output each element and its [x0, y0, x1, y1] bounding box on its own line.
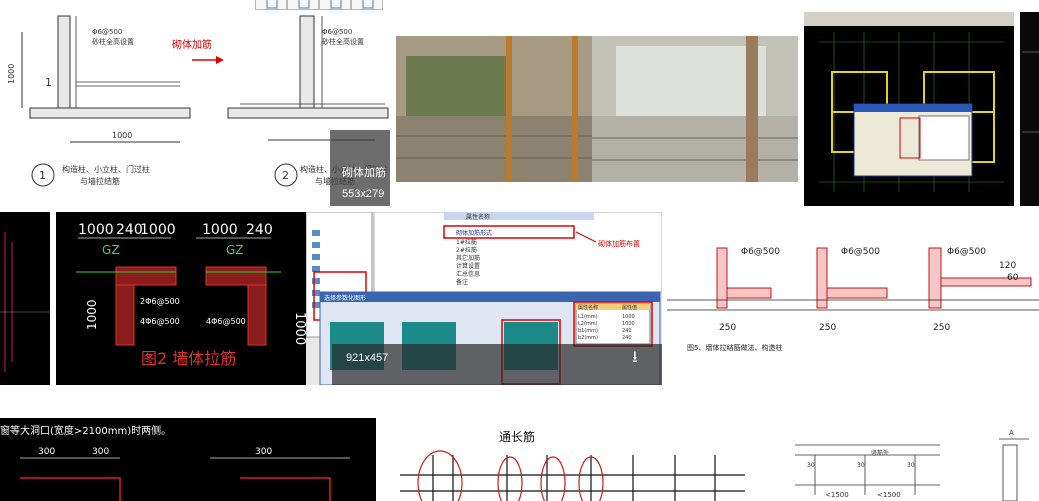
dim-300-b: 300 [92, 447, 109, 457]
dim-240-a: 240 [116, 222, 143, 238]
prop-row-0: 砌体加筋形式 [456, 229, 492, 237]
result-image-10[interactable]: <1500 <1500 30 30 30 竖筋外 [795, 425, 945, 501]
overlay-size: 553x279 [342, 188, 385, 200]
note-top1: Φ6@500 [92, 28, 122, 36]
caption-wall-tie: 图2 墙体拉筋 [141, 349, 236, 368]
dim-250-1: 250 [719, 323, 736, 333]
note-phi6-1: Φ6@500 [741, 247, 780, 257]
param-header-val: 属性值 [622, 304, 637, 311]
dim-right-1000: 1000 [292, 312, 306, 345]
dim-left: 1000 [7, 64, 16, 84]
dialog-title: 选择参数化图形 [324, 294, 366, 302]
note-2phi6: 2Φ6@500 [140, 297, 180, 306]
param-row-0: L1(mm) [578, 314, 598, 320]
download-icon[interactable]: ⭳ [632, 346, 638, 373]
dim-240-b: 240 [246, 222, 273, 238]
print-icon [330, 0, 342, 9]
result-image-8[interactable]: 窗等大洞口(宽度>2100mm)时两侧。 300 300 300 [0, 418, 376, 501]
param-row-1: L2(mm) [578, 321, 598, 327]
prop-row-5: 汇总信息 [456, 270, 480, 278]
prop-row-6: 备注 [456, 278, 468, 286]
grid-icon [266, 0, 278, 9]
dim-120: 120 [999, 261, 1016, 271]
toolbar-grid-button[interactable] [255, 0, 287, 10]
dim-1000-a: 1000 [78, 222, 114, 238]
param-row-2: b1(mm) [578, 328, 598, 334]
param-val-3: 240 [622, 335, 632, 341]
caption1: 构造柱、小立柱、门过柱 [62, 164, 150, 174]
dim-bottom: 1000 [112, 131, 132, 140]
note-phi6-3: Φ6@500 [947, 247, 986, 257]
result-image-3[interactable] [804, 12, 1014, 206]
note-top2: 砂柱全高设置 [92, 37, 134, 46]
dim-300-a: 300 [38, 447, 55, 457]
note-vertical-bar: 竖筋外 [871, 449, 889, 457]
param-header-name: 属性名称 [578, 304, 598, 311]
circle-num1: 1 [39, 169, 46, 182]
result-image-5[interactable]: 1000 240 1000 1000 240 GZ GZ 1000 1000 2… [56, 212, 306, 385]
hover-overlay: 砌体加筋 553x279 [330, 130, 390, 206]
dim-30-a: 30 [807, 462, 815, 469]
image-toolbar [255, 0, 383, 10]
dim-left-1000: 1000 [85, 299, 99, 330]
dim-30-b: 30 [857, 462, 865, 469]
dim-1000-c: 1000 [202, 222, 238, 238]
prop-row-2: 2#拉筋 [456, 246, 477, 254]
result-image-7[interactable]: Φ6@500 Φ6@500 Φ6@500 250 250 250 120 60 … [667, 238, 1039, 358]
dim-1000-b: 1000 [140, 222, 176, 238]
dim-lt1500-b: <1500 [877, 491, 901, 499]
prop-header: 属性名称 [466, 213, 490, 221]
copy-icon [298, 0, 310, 9]
gz-label-2: GZ [226, 243, 244, 257]
label-a: A [1009, 429, 1014, 437]
result-image-1[interactable]: 砌体加筋 Φ6@500 砂柱全高设置 Φ6@500 砂柱全高设置 1000 10… [0, 12, 390, 206]
footnote-7: 图5、墙体拉结筋做法、构造柱 [687, 343, 782, 352]
arrow-label: 砌体加筋 [172, 38, 212, 51]
label-num1: 1 [45, 76, 52, 89]
prop-row-1: 1#拉筋 [456, 238, 477, 246]
prop-row-3: 其它加筋 [456, 254, 480, 262]
dim-lt1500-a: <1500 [825, 491, 849, 499]
result-image-6[interactable]: 属性名称 砌体加筋形式 1#拉筋 2#拉筋 其它加筋 计算设置 汇总信息 备注 … [306, 212, 662, 385]
param-val-1: 1000 [622, 321, 635, 327]
toolbar-copy-button[interactable] [287, 0, 319, 10]
note-top4: 砂柱全高设置 [322, 37, 364, 46]
share-icon [362, 0, 374, 9]
dim-300-c: 300 [255, 447, 272, 457]
result-image-11[interactable]: A [995, 425, 1039, 501]
dim-30-c: 30 [907, 462, 915, 469]
title-continuous-rebar: 通长筋 [499, 429, 535, 444]
dim-250-2: 250 [819, 323, 836, 333]
toolbar-print-button[interactable] [319, 0, 351, 10]
note-large-opening: 窗等大洞口(宽度>2100mm)时两侧。 [0, 424, 171, 437]
overlay-title: 砌体加筋 [342, 167, 386, 179]
result-image-9[interactable]: 通长筋 [395, 425, 745, 501]
dim-60: 60 [1007, 273, 1019, 283]
note-4phi6-b: 4Φ6@500 [206, 317, 246, 326]
overlay-size-6: 921x457 [346, 352, 389, 364]
hover-overlay-6: 921x457 ⭳ [332, 344, 662, 385]
note-phi6-2: Φ6@500 [841, 247, 880, 257]
note-top3: Φ6@500 [322, 28, 352, 36]
result-image-4[interactable] [1020, 12, 1039, 206]
dim-250-3: 250 [933, 323, 950, 333]
red-annotation: 砌体加筋布置 [598, 239, 640, 248]
toolbar-share-button[interactable] [351, 0, 383, 10]
caption1b: 与墙拉结筋 [80, 176, 120, 186]
prop-row-4: 计算设置 [456, 262, 480, 270]
result-image-left-partial[interactable] [0, 212, 50, 385]
result-image-2[interactable] [396, 36, 798, 182]
gz-label-1: GZ [102, 243, 120, 257]
note-4phi6-a: 4Φ6@500 [140, 317, 180, 326]
circle-num2: 2 [282, 169, 289, 182]
param-val-0: 1000 [622, 314, 635, 320]
param-row-3: b2(mm) [578, 335, 598, 341]
param-val-2: 240 [622, 328, 632, 334]
